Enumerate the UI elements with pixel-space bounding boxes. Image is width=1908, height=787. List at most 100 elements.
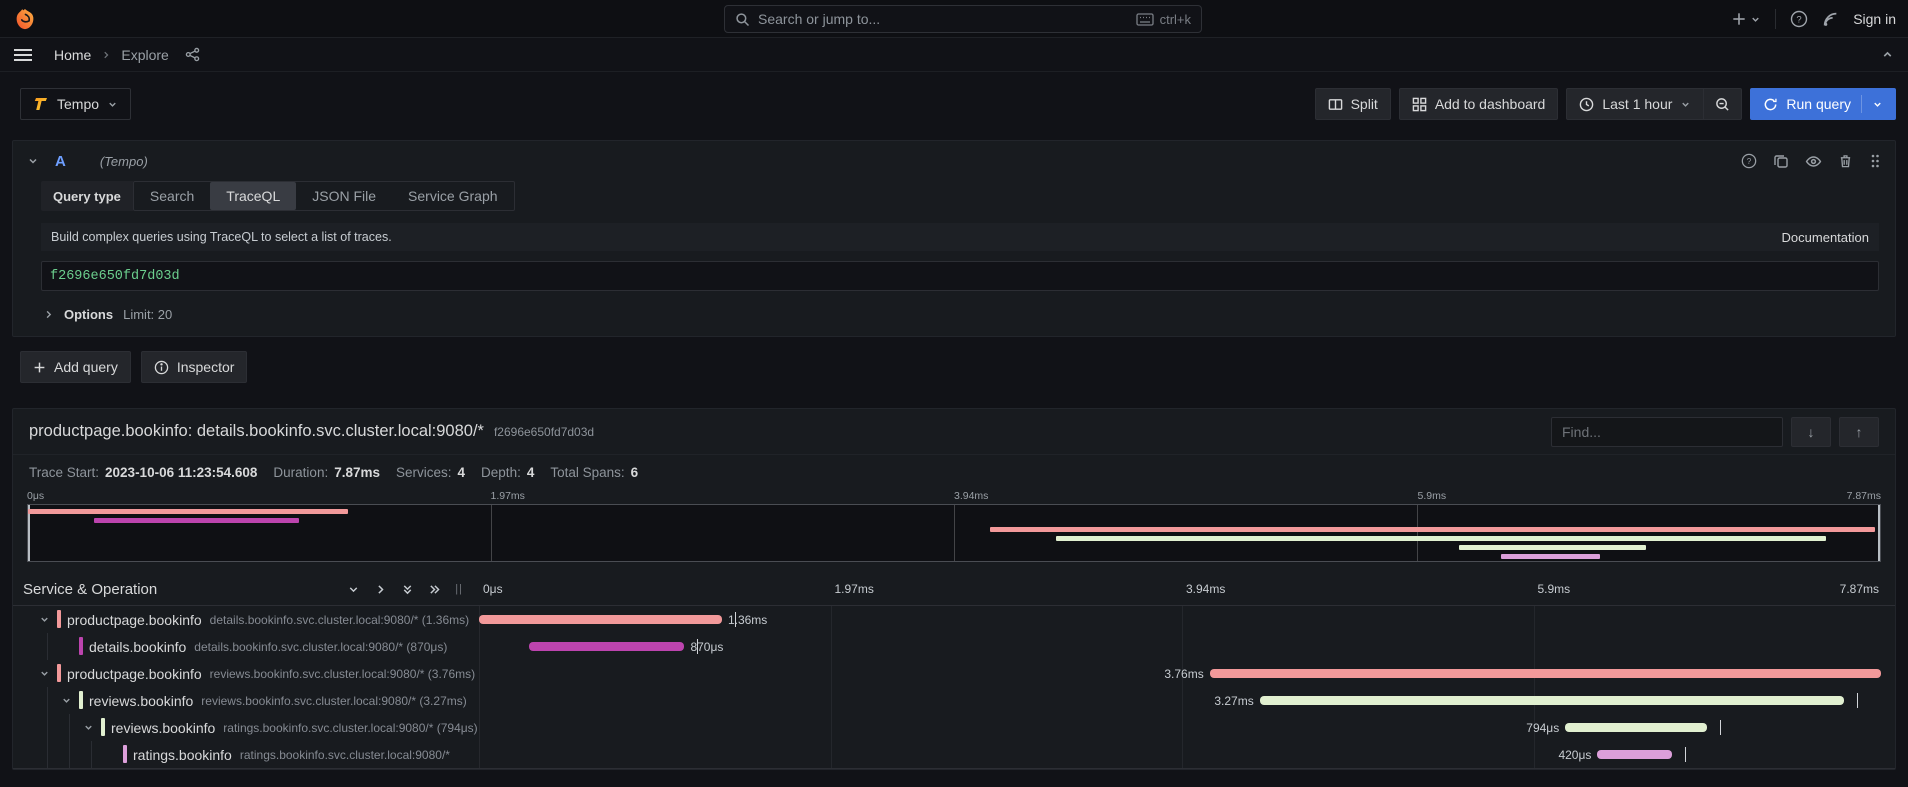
span-row[interactable]: reviews.bookinforeviews.bookinfo.svc.clu… (13, 687, 1895, 714)
sign-in-button[interactable]: Sign in (1853, 11, 1896, 27)
span-timeline-cell[interactable]: 3.76ms (479, 660, 1885, 687)
tree-guide-line (47, 687, 48, 714)
minimap-box[interactable] (27, 504, 1881, 562)
inspector-button[interactable]: Inspector (141, 351, 248, 383)
span-row[interactable]: ratings.bookinforatings.bookinfo.svc.clu… (13, 741, 1895, 768)
find-input[interactable] (1551, 417, 1783, 447)
breadcrumb-explore[interactable]: Explore (121, 47, 168, 63)
trace-minimap[interactable]: 0μs1.97ms3.94ms5.9ms7.87ms (27, 490, 1881, 562)
query-help-icon[interactable]: ? (1741, 153, 1757, 169)
add-query-button[interactable]: Add query (20, 351, 131, 383)
chevron-down-icon (107, 99, 118, 110)
traceql-query-input[interactable]: f2696e650fd7d03d (41, 261, 1879, 291)
span-timeline-cell[interactable]: 870μs (479, 633, 1885, 660)
span-name-cell[interactable]: ratings.bookinforatings.bookinfo.svc.clu… (13, 741, 479, 768)
span-bar[interactable] (1260, 696, 1844, 705)
tab-json-file[interactable]: JSON File (296, 182, 392, 210)
global-search[interactable]: ctrl+k (724, 5, 1202, 33)
grafana-logo[interactable] (14, 8, 36, 30)
span-timeline-cell[interactable]: 3.27ms (479, 687, 1885, 714)
query-row-header[interactable]: A (Tempo) ? (13, 141, 1895, 181)
drag-handle-icon[interactable] (1869, 153, 1881, 169)
span-timeline-cell[interactable]: 420μs (479, 741, 1885, 768)
chevron-down-icon[interactable] (39, 668, 50, 679)
trace-meta-item: Services:4 (396, 465, 465, 480)
help-icon[interactable]: ? (1790, 10, 1808, 28)
zoom-out-time-button[interactable] (1704, 88, 1742, 120)
collapse-chevron-icon[interactable] (27, 155, 39, 167)
chevron-down-icon[interactable] (1872, 99, 1883, 110)
span-operation-name: ratings.bookinfo.svc.cluster.local:9080/… (223, 721, 477, 735)
rss-news-icon[interactable] (1822, 11, 1839, 28)
span-timeline-cell[interactable]: 1.36ms (479, 606, 1885, 633)
span-name-cell[interactable]: productpage.bookinfodetails.bookinfo.svc… (13, 606, 479, 633)
timeline-axis: 0μs1.97ms3.94ms5.9ms7.87ms (479, 574, 1885, 605)
expand-all-double-chevron-right-icon[interactable] (428, 583, 441, 596)
minimap-tick-label: 5.9ms (1418, 490, 1447, 502)
split-label: Split (1351, 96, 1378, 112)
span-duration-label: 3.27ms (1214, 694, 1253, 708)
tab-traceql[interactable]: TraceQL (210, 182, 296, 210)
span-name-cell[interactable]: details.bookinfodetails.bookinfo.svc.clu… (13, 633, 479, 660)
span-bar[interactable] (479, 615, 722, 624)
minimap-viewport-right-handle[interactable] (1878, 505, 1880, 561)
traceql-query-text: f2696e650fd7d03d (50, 269, 180, 284)
span-table-header: Service & Operation || (13, 574, 1895, 606)
meta-value: 4 (527, 465, 535, 480)
chevron-down-icon[interactable] (61, 695, 72, 706)
find-next-button[interactable]: ↓ (1791, 417, 1831, 447)
span-row[interactable]: productpage.bookinfodetails.bookinfo.svc… (13, 606, 1895, 633)
span-bar[interactable] (1565, 723, 1707, 732)
documentation-link[interactable]: Documentation (1782, 230, 1869, 245)
span-bar[interactable] (1597, 750, 1672, 759)
span-timeline-cell[interactable]: 794μs (479, 714, 1885, 741)
delete-query-trash-icon[interactable] (1838, 153, 1853, 169)
chevron-down-icon (1680, 99, 1691, 110)
column-resizer-handle[interactable]: || (455, 583, 463, 597)
collapse-one-chevron-down-icon[interactable] (347, 583, 360, 596)
arrow-down-icon: ↓ (1808, 424, 1815, 440)
options-row[interactable]: Options Limit: 20 (41, 307, 1879, 322)
run-query-button[interactable]: Run query (1750, 88, 1896, 120)
datasource-picker[interactable]: Tempo (20, 88, 131, 120)
dashboard-grid-icon (1412, 97, 1427, 112)
span-bar[interactable] (529, 642, 684, 651)
timeline-tick-label: 3.94ms (1186, 582, 1225, 596)
service-color-chip (57, 664, 61, 682)
meta-label: Trace Start: (29, 465, 99, 480)
timeline-tick-label: 0μs (483, 582, 503, 596)
service-color-chip (123, 745, 127, 763)
share-icon[interactable] (185, 47, 200, 62)
duplicate-query-icon[interactable] (1773, 153, 1789, 169)
time-range-picker[interactable]: Last 1 hour (1566, 88, 1704, 120)
caret-up-icon[interactable] (1881, 48, 1894, 61)
span-name-cell[interactable]: reviews.bookinforeviews.bookinfo.svc.clu… (13, 687, 479, 714)
span-service-name: reviews.bookinfo (111, 720, 215, 736)
split-button[interactable]: Split (1315, 88, 1391, 120)
menu-hamburger-icon[interactable] (14, 48, 32, 62)
tab-search[interactable]: Search (134, 182, 210, 210)
breadcrumb-row: Home Explore (0, 38, 1908, 72)
span-name-cell[interactable]: productpage.bookinforeviews.bookinfo.svc… (13, 660, 479, 687)
span-bar[interactable] (1210, 669, 1882, 678)
add-to-dashboard-button[interactable]: Add to dashboard (1399, 88, 1559, 120)
tab-service-graph[interactable]: Service Graph (392, 182, 513, 210)
search-input[interactable] (758, 11, 1136, 27)
tree-guide-line (47, 741, 48, 768)
chevron-down-icon[interactable] (39, 614, 50, 625)
chevron-down-icon[interactable] (83, 722, 94, 733)
timeline-tick-label: 7.87ms (1840, 582, 1879, 596)
span-row[interactable]: details.bookinfodetails.bookinfo.svc.clu… (13, 633, 1895, 660)
new-menu-button[interactable] (1732, 12, 1761, 26)
collapse-all-double-chevron-down-icon[interactable] (401, 583, 414, 596)
meta-value: 6 (631, 465, 639, 480)
span-row[interactable]: productpage.bookinforeviews.bookinfo.svc… (13, 660, 1895, 687)
span-row[interactable]: reviews.bookinfo ratings.bookinfo.svc.clu… (13, 714, 1895, 741)
disable-query-eye-icon[interactable] (1805, 153, 1822, 170)
span-name-cell[interactable]: reviews.bookinfo ratings.bookinfo.svc.clu… (13, 714, 479, 741)
clock-icon (1579, 97, 1594, 112)
breadcrumb-home[interactable]: Home (54, 47, 91, 63)
expand-one-chevron-right-icon[interactable] (374, 583, 387, 596)
span-event-tick (697, 639, 698, 654)
find-prev-button[interactable]: ↑ (1839, 417, 1879, 447)
